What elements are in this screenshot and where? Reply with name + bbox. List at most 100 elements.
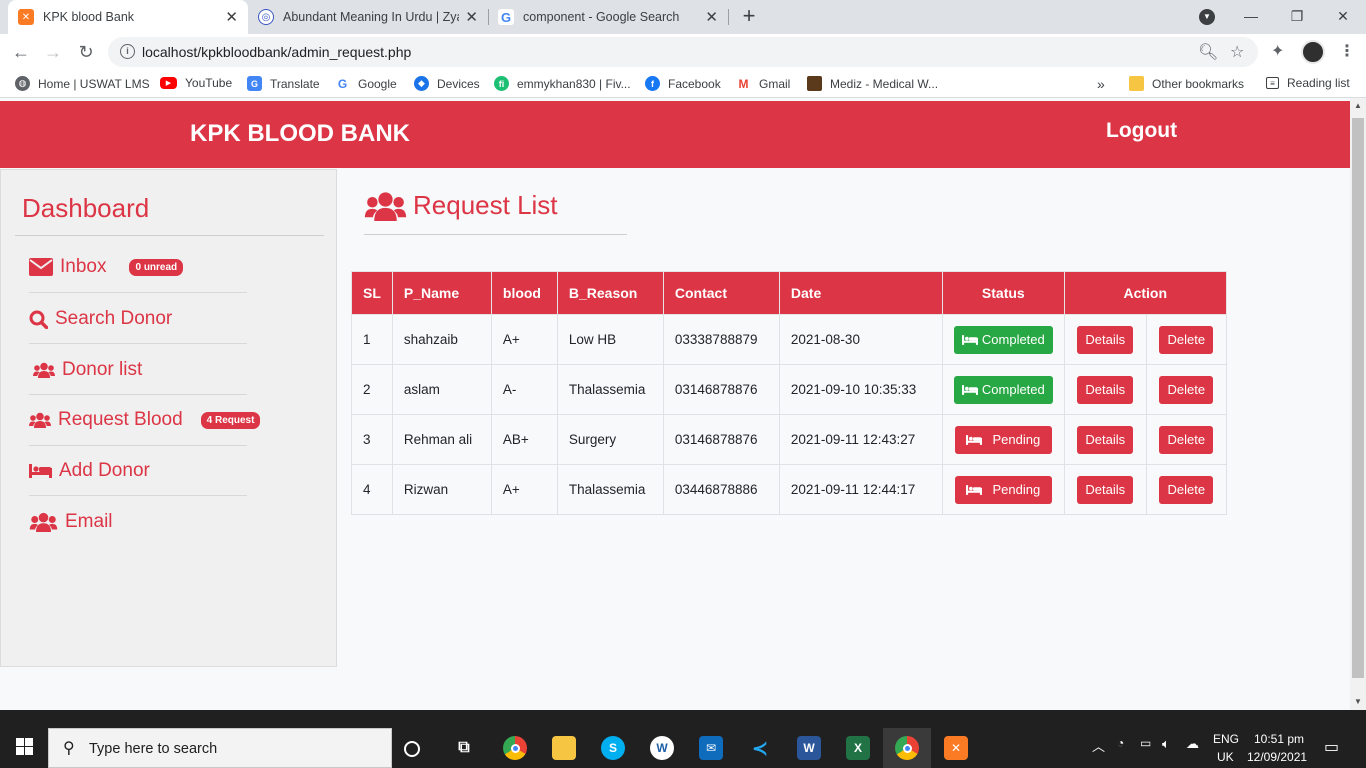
bookmark-devices[interactable]: ◆ Devices (414, 76, 480, 91)
bookmark-star-icon[interactable]: ☆ (1230, 42, 1244, 62)
details-button[interactable]: Details (1077, 425, 1134, 454)
details-button[interactable]: Details (1077, 325, 1134, 354)
bookmark-translate[interactable]: G Translate (247, 76, 320, 91)
new-tab-plus-icon[interactable]: + (737, 4, 761, 28)
sidebar-item-inbox[interactable]: Inbox 0 unread (29, 256, 184, 278)
reload-icon[interactable]: ↻ (73, 39, 99, 65)
show-hidden-icons-chevron-icon[interactable]: ︿ (1092, 736, 1105, 755)
bookmark-facebook[interactable]: f Facebook (645, 76, 721, 91)
language-code[interactable]: ENG (1213, 732, 1239, 746)
cell-reason: Low HB (556, 314, 664, 365)
tab-kpk-blood-bank[interactable]: ✕ KPK blood Bank ✕ (8, 0, 248, 34)
logout-link[interactable]: Logout (1106, 119, 1177, 143)
cell-contact: 03446878886 (662, 464, 780, 515)
bookmark-youtube[interactable]: ▶ YouTube (160, 76, 232, 90)
cell-name: aslam (391, 364, 492, 415)
zoom-search-icon[interactable]: 🔍︎ (1198, 42, 1218, 62)
header-date: Date (778, 271, 943, 315)
fiverr-icon: fi (494, 76, 509, 91)
status-completed-button[interactable]: Completed (953, 325, 1053, 354)
bookmark-label: Home | USWAT LMS (38, 76, 150, 91)
sidebar-item-donor-list[interactable]: Donor list (33, 359, 142, 381)
word-icon[interactable]: W (797, 736, 821, 760)
paint-icon[interactable]: W (650, 736, 674, 760)
bookmarks-overflow-chevron[interactable]: » (1097, 76, 1105, 92)
facebook-icon: f (645, 76, 660, 91)
forward-arrow-icon[interactable]: → (40, 39, 66, 65)
close-window-icon[interactable]: ✕ (1320, 0, 1366, 34)
status-pending-button[interactable]: Pending (954, 475, 1052, 504)
clock-date[interactable]: 12/09/2021 (1247, 750, 1307, 764)
minimize-icon[interactable]: — (1228, 0, 1274, 34)
reading-list[interactable]: ≡ Reading list (1266, 76, 1350, 90)
bed-icon (29, 464, 52, 478)
cell-date: 2021-09-11 12:44:17 (778, 464, 943, 515)
profile-avatar[interactable] (1301, 40, 1325, 64)
taskbar-search-box[interactable]: ⚲ Type here to search (48, 728, 392, 768)
details-button[interactable]: Details (1077, 475, 1134, 504)
browser-tab-strip: ✕ KPK blood Bank ✕ ◎ Abundant Meaning In… (0, 0, 1366, 34)
bookmark-mediz[interactable]: Mediz - Medical W... (807, 76, 938, 91)
status-completed-button[interactable]: Completed (953, 375, 1053, 404)
bookmark-label: Gmail (759, 76, 791, 91)
skype-icon[interactable]: S (601, 736, 625, 760)
close-tab-icon[interactable]: ✕ (225, 8, 238, 26)
battery-icon[interactable]: ▭ (1140, 736, 1151, 750)
page-scrollbar[interactable]: ▲ ▼ (1350, 98, 1366, 710)
notification-center-icon[interactable]: ▭ (1324, 737, 1339, 757)
sidebar-item-email[interactable]: Email (29, 511, 113, 533)
bookmark-label: Facebook (668, 76, 721, 91)
menu-kebab-icon[interactable]: ⋮ (1339, 41, 1355, 61)
region-code[interactable]: UK (1217, 750, 1234, 764)
search-icon (29, 310, 48, 329)
tab-google-search[interactable]: G component - Google Search ✕ (488, 0, 728, 34)
details-button[interactable]: Details (1077, 375, 1134, 404)
scroll-down-arrow-icon[interactable]: ▼ (1350, 694, 1366, 710)
delete-button[interactable]: Delete (1159, 375, 1214, 404)
cell-date: 2021-09-11 12:43:27 (778, 414, 943, 465)
sidebar-item-search-donor[interactable]: Search Donor (29, 308, 172, 330)
clock-time[interactable]: 10:51 pm (1254, 732, 1304, 746)
onedrive-cloud-icon[interactable]: ☁ (1186, 736, 1199, 752)
tab-search-chevron-icon[interactable]: ▼ (1199, 9, 1215, 25)
mail-icon[interactable]: ✉ (699, 736, 723, 760)
tab-abundant-meaning[interactable]: ◎ Abundant Meaning In Urdu | Zya ✕ (248, 0, 488, 34)
file-explorer-icon[interactable] (552, 736, 576, 760)
extensions-puzzle-icon[interactable]: ✦ (1271, 41, 1284, 61)
volume-icon[interactable]: 🔈︎ (1162, 736, 1170, 752)
chrome-profile-icon[interactable] (895, 736, 919, 760)
status-pending-button[interactable]: Pending (954, 425, 1052, 454)
delete-button[interactable]: Delete (1159, 475, 1214, 504)
close-tab-icon[interactable]: ✕ (465, 8, 478, 26)
chrome-icon[interactable] (503, 736, 527, 760)
task-view-icon[interactable]: ⧉ (452, 736, 476, 760)
windows-start-icon[interactable] (0, 724, 48, 768)
translate-icon: G (247, 76, 262, 91)
bookmark-google[interactable]: G Google (335, 76, 397, 91)
bookmark-other-bookmarks[interactable]: Other bookmarks (1129, 76, 1244, 91)
back-arrow-icon[interactable]: ← (8, 39, 34, 65)
cell-status: Completed (941, 364, 1065, 415)
scrollbar-thumb[interactable] (1352, 118, 1364, 678)
sidebar-item-add-donor[interactable]: Add Donor (29, 460, 150, 482)
xampp-icon[interactable]: ✕ (944, 736, 968, 760)
delete-button[interactable]: Delete (1159, 425, 1214, 454)
bed-icon (961, 334, 978, 345)
sidebar-item-divider (29, 292, 247, 293)
site-info-icon[interactable]: i (120, 44, 135, 59)
bookmark-fiverr[interactable]: fi emmykhan830 | Fiv... (494, 76, 631, 91)
delete-button[interactable]: Delete (1159, 325, 1214, 354)
vscode-icon[interactable]: ≺ (748, 736, 772, 760)
devices-icon: ◆ (414, 76, 429, 91)
cortana-icon[interactable] (404, 741, 420, 757)
scroll-up-arrow-icon[interactable]: ▲ (1350, 98, 1366, 114)
close-tab-icon[interactable]: ✕ (705, 8, 718, 26)
bookmark-uswat-lms[interactable]: ◍ Home | USWAT LMS (15, 76, 150, 91)
excel-icon[interactable]: X (846, 736, 870, 760)
brand-title[interactable]: KPK BLOOD BANK (190, 120, 410, 148)
restore-icon[interactable]: ❐ (1274, 0, 1320, 34)
network-icon[interactable]: ◔ (1117, 736, 1124, 750)
sidebar-item-request-blood[interactable]: Request Blood 4 Request (29, 409, 261, 431)
address-bar[interactable]: i localhost/kpkbloodbank/admin_request.p… (108, 37, 1258, 67)
bookmark-gmail[interactable]: M Gmail (736, 76, 790, 91)
